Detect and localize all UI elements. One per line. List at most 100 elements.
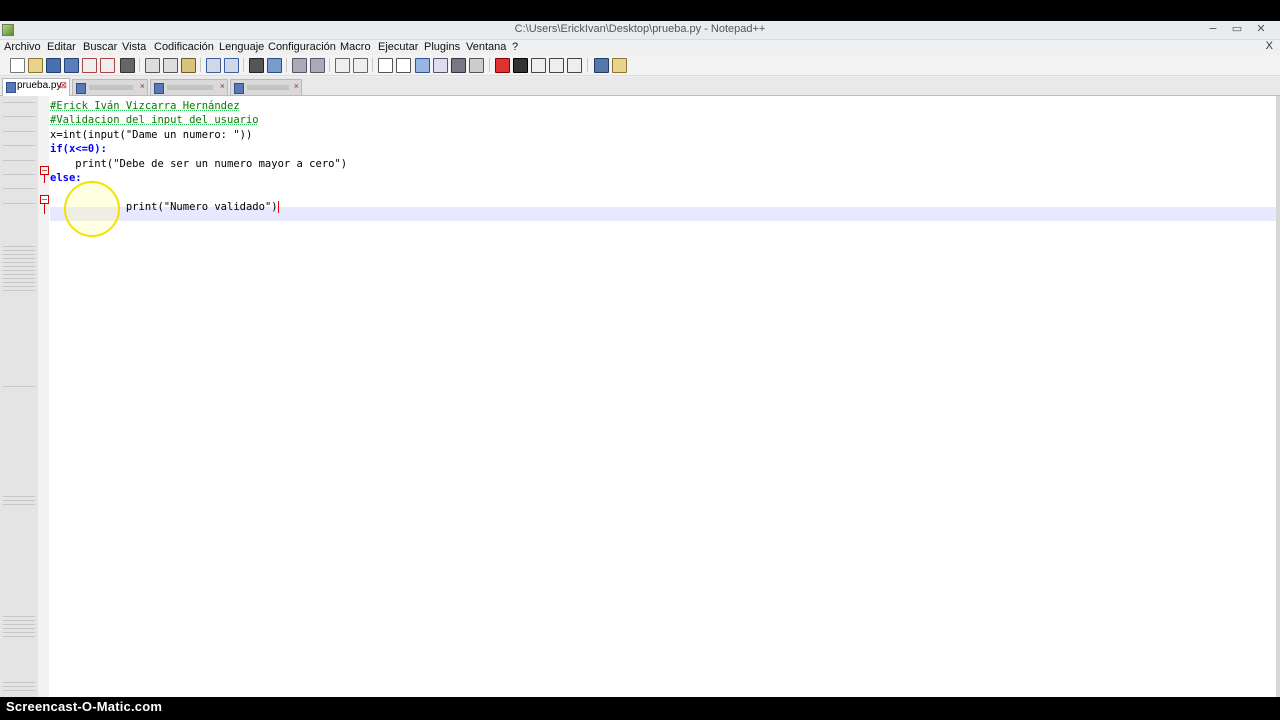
gutter-mark [3, 270, 35, 271]
menu-lenguaje[interactable]: Lenguaje [219, 41, 264, 53]
code-line-6: else: [50, 172, 82, 184]
undo-icon[interactable] [206, 58, 221, 73]
toolbar-separator [139, 58, 140, 72]
folder-workspace-icon[interactable] [612, 58, 627, 73]
save-macro-icon[interactable] [567, 58, 582, 73]
function-list-icon[interactable] [469, 58, 484, 73]
fold-guide-line [44, 175, 45, 183]
indent-guide-icon[interactable] [415, 58, 430, 73]
user-language-icon[interactable] [433, 58, 448, 73]
zoom-out-icon[interactable] [310, 58, 325, 73]
menu-archivo[interactable]: Archivo [4, 41, 41, 53]
maximize-button[interactable]: ▭ [1228, 22, 1246, 36]
gutter-mark [3, 386, 35, 387]
menu-vista[interactable]: Vista [122, 41, 146, 53]
close-document-button[interactable]: X [1266, 40, 1273, 52]
show-all-characters-icon[interactable] [396, 58, 411, 73]
tab-document-3[interactable]: × [150, 79, 228, 95]
python-console-icon[interactable] [594, 58, 609, 73]
close-file-icon[interactable] [82, 58, 97, 73]
toolbar-separator [286, 58, 287, 72]
video-letterbox-top [0, 0, 1280, 21]
close-button[interactable]: ✕ [1252, 22, 1270, 36]
python-file-icon [6, 82, 16, 93]
copy-icon[interactable] [163, 58, 178, 73]
menu-ventana[interactable]: Ventana [466, 41, 506, 53]
fold-margin[interactable] [38, 96, 49, 697]
fold-toggle-else[interactable]: − [40, 195, 49, 204]
menu-macro[interactable]: Macro [340, 41, 371, 53]
document-map-icon[interactable] [451, 58, 466, 73]
toolbar-separator [243, 58, 244, 72]
toolbar [0, 55, 1280, 76]
file-icon [76, 83, 86, 94]
gutter-mark [3, 290, 35, 291]
close-all-icon[interactable] [100, 58, 115, 73]
tab-prueba-py[interactable]: prueba.py ⊠ [2, 78, 70, 96]
tab-close-icon[interactable]: ⊠ [59, 80, 67, 91]
tab-document-2[interactable]: × [72, 79, 148, 95]
code-line-5: print("Debe de ser un numero mayor a cer… [50, 158, 348, 170]
menu-configuracion[interactable]: Configuración [268, 41, 336, 53]
new-file-icon[interactable] [10, 58, 25, 73]
gutter-mark [3, 254, 35, 255]
play-macro-icon[interactable] [531, 58, 546, 73]
menu-editar[interactable]: Editar [47, 41, 76, 53]
menu-codificacion[interactable]: Codificación [154, 41, 214, 53]
gutter-mark [3, 690, 35, 691]
run-macro-multiple-icon[interactable] [549, 58, 564, 73]
gutter-mark [3, 496, 35, 497]
gutter-mark [3, 174, 35, 175]
gutter-mark [3, 624, 35, 625]
tab-document-4[interactable]: × [230, 79, 302, 95]
tab-close-icon[interactable]: × [140, 81, 145, 91]
mouse-cursor-highlight [64, 181, 120, 237]
find-icon[interactable] [249, 58, 264, 73]
menu-ejecutar[interactable]: Ejecutar [378, 41, 418, 53]
print-icon[interactable] [120, 58, 135, 73]
save-all-icon[interactable] [64, 58, 79, 73]
gutter-mark [3, 203, 35, 204]
toolbar-separator [329, 58, 330, 72]
paste-icon[interactable] [181, 58, 196, 73]
gutter-mark [3, 160, 35, 161]
gutter-mark [3, 266, 35, 267]
menu-buscar[interactable]: Buscar [83, 41, 117, 53]
gutter-mark [3, 102, 35, 103]
sync-horizontal-icon[interactable] [353, 58, 368, 73]
gutter-mark [3, 632, 35, 633]
gutter-mark [3, 250, 35, 251]
record-macro-icon[interactable] [495, 58, 510, 73]
tab-close-icon[interactable]: × [294, 81, 299, 91]
gutter-mark [3, 504, 35, 505]
gutter-mark [3, 188, 35, 189]
tab-close-icon[interactable]: × [220, 81, 225, 91]
sync-vertical-icon[interactable] [335, 58, 350, 73]
open-file-icon[interactable] [28, 58, 43, 73]
toolbar-separator [489, 58, 490, 72]
gutter-mark [3, 286, 35, 287]
save-icon[interactable] [46, 58, 61, 73]
gutter-mark [3, 131, 35, 132]
gutter-mark [3, 686, 35, 687]
vertical-scrollbar[interactable] [1276, 96, 1280, 697]
menu-help[interactable]: ? [512, 41, 518, 53]
word-wrap-icon[interactable] [378, 58, 393, 73]
replace-icon[interactable] [267, 58, 282, 73]
stop-macro-icon[interactable] [513, 58, 528, 73]
line-number-gutter[interactable] [0, 96, 39, 697]
code-line-4: if(x<=0): [50, 143, 107, 155]
code-editor[interactable]: − − #Erick Iván Vizcarra Hernández #Vali… [0, 96, 1280, 697]
gutter-mark [3, 282, 35, 283]
zoom-in-icon[interactable] [292, 58, 307, 73]
cut-icon[interactable] [145, 58, 160, 73]
toolbar-separator [372, 58, 373, 72]
minimize-button[interactable]: − [1204, 22, 1222, 36]
gutter-mark [3, 262, 35, 263]
title-bar[interactable]: C:\Users\ErickIvan\Desktop\prueba.py - N… [0, 21, 1280, 40]
video-letterbox-bottom [0, 697, 1280, 720]
fold-toggle-if[interactable]: − [40, 166, 49, 175]
redo-icon[interactable] [224, 58, 239, 73]
menu-plugins[interactable]: Plugins [424, 41, 460, 53]
gutter-mark [3, 500, 35, 501]
